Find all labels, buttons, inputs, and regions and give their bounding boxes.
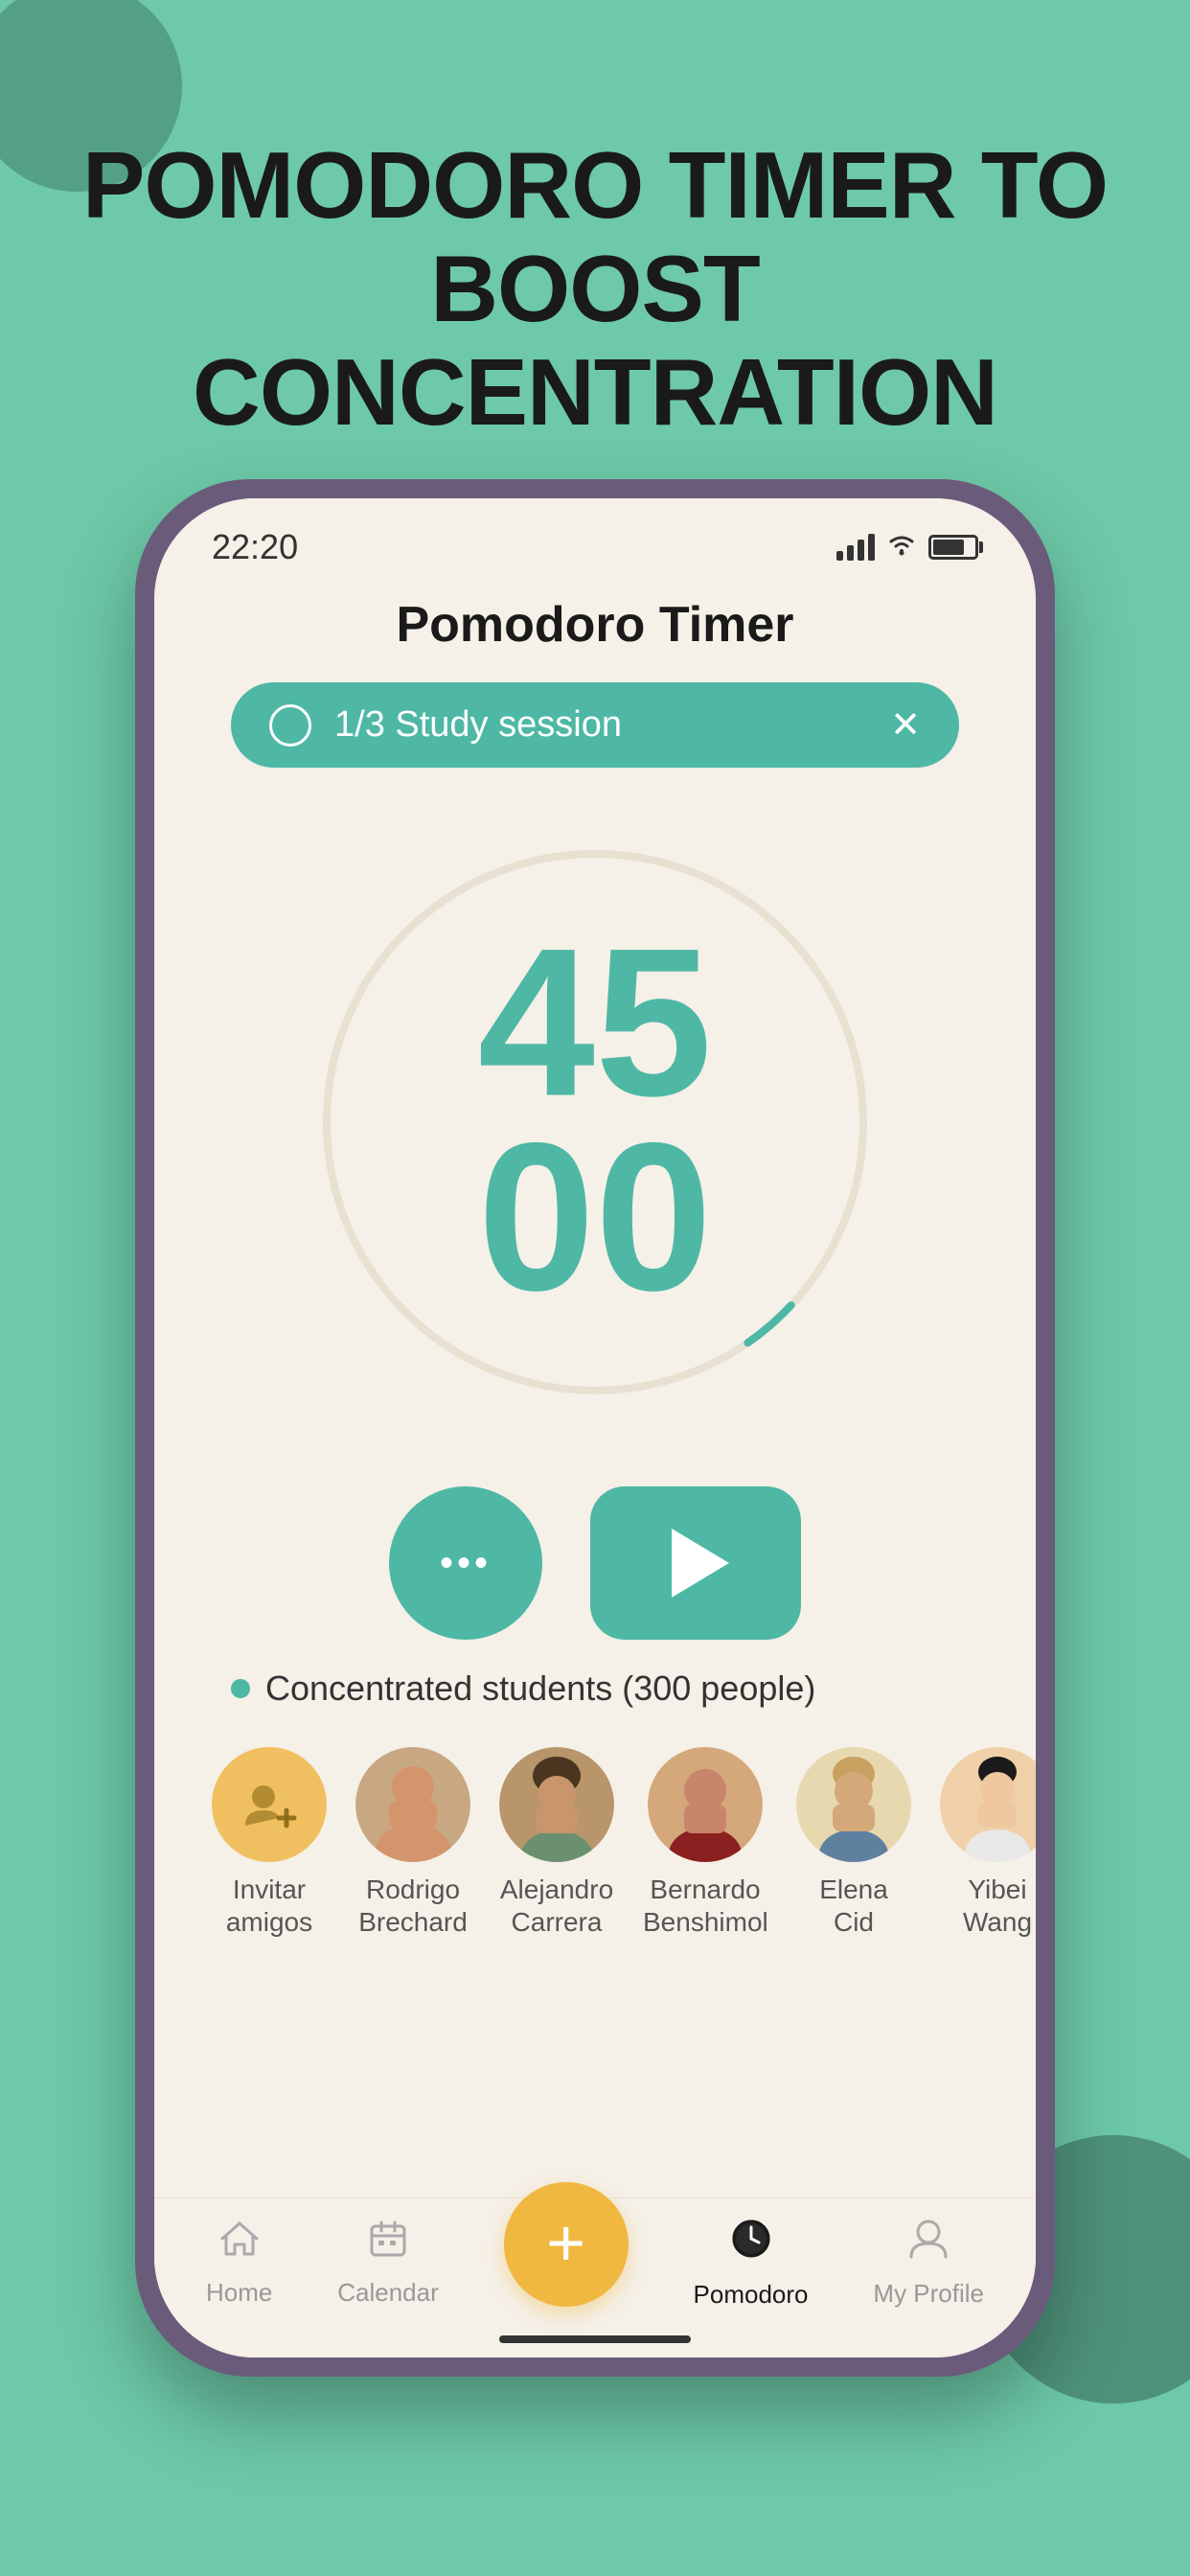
calendar-label: Calendar (337, 2278, 439, 2308)
list-item[interactable]: ElenaCid (796, 1747, 911, 1938)
calendar-icon (369, 2220, 407, 2268)
session-left: 1/3 Study session (269, 704, 622, 747)
status-bar: 22:20 (154, 498, 1036, 577)
sidebar-item-calendar[interactable]: Calendar (337, 2220, 439, 2308)
add-button[interactable]: + (504, 2220, 629, 2307)
list-item[interactable]: Invitaramigos (212, 1747, 327, 1938)
student-name: RodrigoBrechard (358, 1874, 468, 1938)
add-person-icon (240, 1776, 298, 1833)
student-name: Invitaramigos (226, 1874, 312, 1938)
bernardo-avatar (648, 1747, 763, 1862)
home-icon (218, 2220, 261, 2268)
list-item[interactable]: RodrigoBrechard (355, 1747, 470, 1938)
rodrigo-avatar (355, 1747, 470, 1862)
student-name: YibeiWang (963, 1874, 1032, 1938)
student-name: BernardoBenshimol (643, 1874, 767, 1938)
app-title: Pomodoro Timer (154, 577, 1036, 682)
students-count-label: Concentrated students (300 people) (265, 1668, 815, 1709)
nav-items: Home Calendar (154, 2218, 1036, 2310)
home-label: Home (206, 2278, 272, 2308)
invite-avatar (212, 1747, 327, 1862)
students-label: Concentrated students (300 people) (154, 1668, 1036, 1737)
bottom-nav: Home Calendar (154, 2197, 1036, 2358)
status-time: 22:20 (212, 527, 298, 567)
elena-avatar (796, 1747, 911, 1862)
more-icon: ••• (440, 1542, 492, 1585)
session-label: 1/3 Study session (334, 704, 622, 746)
profile-label: My Profile (873, 2279, 984, 2309)
students-row: Invitaramigos RodrigoBrechard (154, 1737, 1036, 1976)
sidebar-item-home[interactable]: Home (206, 2220, 272, 2308)
plus-icon: + (504, 2182, 629, 2307)
more-button[interactable]: ••• (389, 1486, 542, 1640)
controls: ••• (154, 1458, 1036, 1668)
sidebar-item-pomodoro[interactable]: Pomodoro (694, 2218, 809, 2310)
session-close-button[interactable]: ✕ (890, 703, 921, 747)
timer-circle: 45 00 (298, 825, 892, 1419)
battery-icon (928, 535, 978, 560)
timer-seconds: 00 (478, 1117, 713, 1318)
phone-frame: 22:20 (135, 479, 1055, 2377)
student-name: AlejandroCarrera (500, 1874, 613, 1938)
yibei-avatar (940, 1747, 1036, 1862)
phone-screen: 22:20 (154, 498, 1036, 2358)
sidebar-item-profile[interactable]: My Profile (873, 2219, 984, 2309)
pomodoro-icon (730, 2218, 772, 2270)
wifi-icon (886, 532, 917, 564)
list-item[interactable]: AlejandroCarrera (499, 1747, 614, 1938)
signal-icon (836, 534, 875, 561)
timer-area: 45 00 (154, 806, 1036, 1458)
home-indicator (499, 2335, 691, 2343)
timer-minutes: 45 (478, 928, 713, 1117)
list-item[interactable]: YibeiWang (940, 1747, 1036, 1938)
session-pill[interactable]: 1/3 Study session ✕ (231, 682, 959, 768)
alejandro-avatar (499, 1747, 614, 1862)
hero-heading: POMODORO TIMER TO BOOST CONCENTRATION (57, 134, 1133, 444)
timer-display: 45 00 (478, 928, 713, 1318)
play-button[interactable] (590, 1486, 801, 1640)
session-circle-icon (269, 704, 311, 747)
play-icon (672, 1529, 729, 1598)
pomodoro-label: Pomodoro (694, 2280, 809, 2310)
list-item[interactable]: BernardoBenshimol (643, 1747, 767, 1938)
status-icons (836, 532, 978, 564)
green-dot-icon (231, 1679, 250, 1698)
student-name: ElenaCid (819, 1874, 888, 1938)
profile-icon (909, 2219, 948, 2269)
